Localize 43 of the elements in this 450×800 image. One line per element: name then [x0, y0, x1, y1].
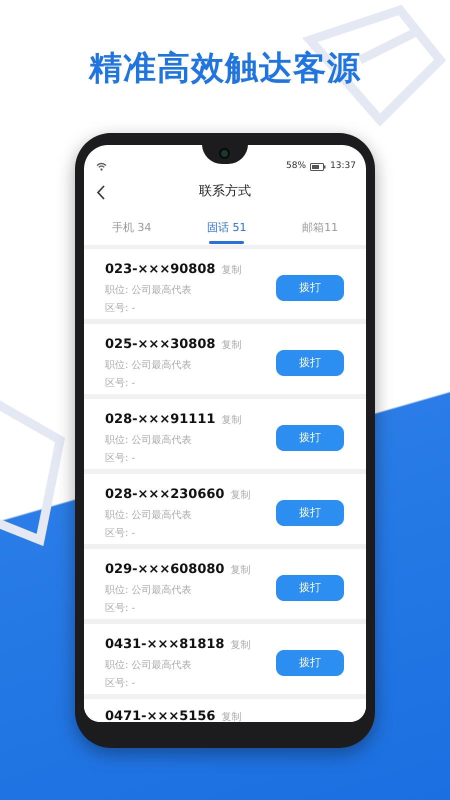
headline: 精准高效触达客源 [88, 48, 362, 88]
phone-number: 028-×××230660 [105, 486, 224, 504]
battery-icon [310, 162, 326, 170]
phone-number: 028-×××91111 [105, 411, 216, 430]
call-button[interactable]: 拨打 [276, 650, 344, 676]
phone-number: 029-×××608080 [105, 561, 224, 580]
call-button[interactable]: 拨打 [276, 425, 344, 451]
wifi-icon [96, 162, 107, 171]
copy-link[interactable]: 复制 [230, 563, 250, 578]
area-code-text: 区号: - [105, 452, 136, 466]
copy-link[interactable]: 复制 [221, 413, 242, 428]
battery-percent: 58% [286, 160, 306, 173]
position-text: 职位: 公司最高代表 [105, 658, 193, 673]
area-code-text: 区号: - [105, 526, 136, 541]
clock: 13:37 [330, 160, 356, 173]
phone-number: 0471-×××5156 [105, 708, 216, 722]
call-button[interactable]: 拨打 [276, 575, 344, 601]
position-text: 职位: 公司最高代表 [105, 508, 193, 523]
area-code-text: 区号: - [105, 676, 136, 691]
tab[interactable]: 固话 51 [202, 214, 250, 242]
area-code-text: 区号: - [105, 602, 136, 616]
copy-link[interactable]: 复制 [230, 638, 250, 654]
call-button[interactable]: 拨打 [276, 275, 344, 301]
phone-number: 023-×××90808 [105, 261, 216, 280]
area-code-text: 区号: - [105, 376, 136, 391]
copy-link[interactable]: 复制 [221, 710, 242, 722]
position-text: 职位: 公司最高代表 [105, 584, 193, 598]
copy-link[interactable]: 复制 [221, 263, 242, 278]
call-button[interactable]: 拨打 [276, 500, 344, 526]
call-button[interactable]: 拨打 [276, 350, 344, 376]
copy-link[interactable]: 复制 [230, 488, 250, 504]
phone-number: 025-×××30808 [105, 336, 216, 354]
tab[interactable]: 手机 34 [108, 214, 156, 242]
position-text: 职位: 公司最高代表 [105, 434, 193, 448]
page-title: 联系方式 [199, 183, 251, 202]
area-code-text: 区号: - [105, 302, 136, 316]
tab[interactable]: 邮箱11 [298, 214, 342, 242]
position-text: 职位: 公司最高代表 [105, 358, 193, 373]
phone-number: 0431-×××81818 [105, 636, 224, 654]
position-text: 职位: 公司最高代表 [105, 284, 193, 298]
back-icon[interactable] [96, 185, 105, 200]
camera-icon [219, 148, 230, 159]
copy-link[interactable]: 复制 [221, 338, 242, 354]
